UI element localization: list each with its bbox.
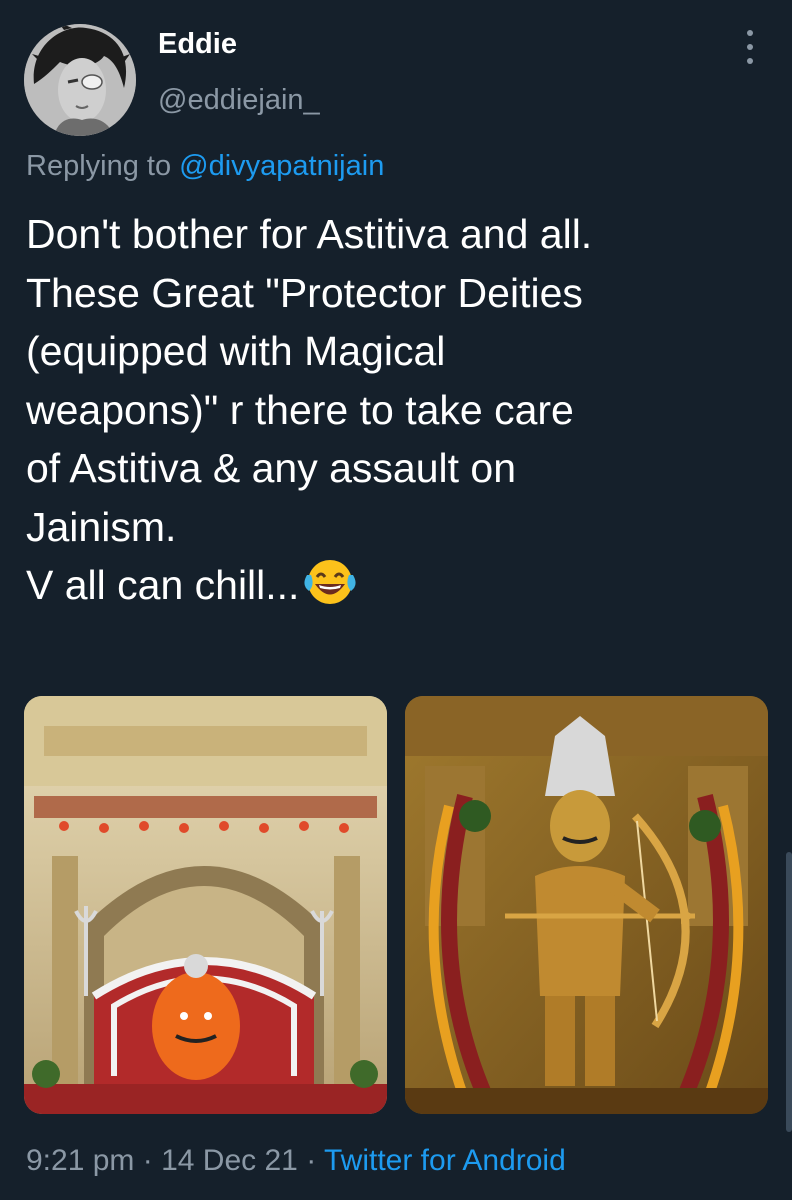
tweet-media [24,696,768,1114]
tweet-line: weapons)" r there to take care [26,386,574,433]
reply-mention-link[interactable]: @divyapatnijain [179,150,384,182]
tweet-source-link[interactable]: Twitter for Android [324,1144,566,1177]
meta-separator: · [306,1144,317,1177]
tweet-meta: 9:21 pm · 14 Dec 21 · Twitter for Androi… [26,1144,566,1178]
tweet-date[interactable]: 14 Dec 21 [161,1144,298,1177]
scrollbar[interactable] [786,852,792,1132]
meta-separator: · [142,1144,153,1177]
face-with-tears-of-joy-icon [303,557,357,623]
golden-deity-with-bow-image[interactable] [405,696,768,1114]
display-name[interactable]: Eddie [158,28,237,61]
tweet-line: (equipped with Magical [26,328,446,374]
tweet-time[interactable]: 9:21 pm [26,1144,134,1177]
tweet-line: Jainism. [26,503,177,550]
replying-to-label: Replying to [26,150,172,182]
tweet-line: of Astitiva & any assault on [26,445,516,491]
avatar[interactable] [24,24,136,136]
replying-to: Replying to @divyapatnijain [26,150,384,183]
tweet-detail: Eddie @eddiejain_ Replying to @divyapatn… [0,0,792,1200]
tweet-line: Don't bother for Astitiva and all. [26,211,593,257]
tweet-line: V all can chill... [26,562,300,608]
user-handle[interactable]: @eddiejain_ [158,84,320,117]
more-options-icon[interactable] [738,30,762,64]
tweet-last-line: V all can chill... [26,556,776,623]
tweet-text: Don't bother for Astitiva and all. These… [26,205,776,623]
tweet-line: These Great "Protector Deities [26,269,583,316]
temple-shrine-image[interactable] [24,696,387,1114]
